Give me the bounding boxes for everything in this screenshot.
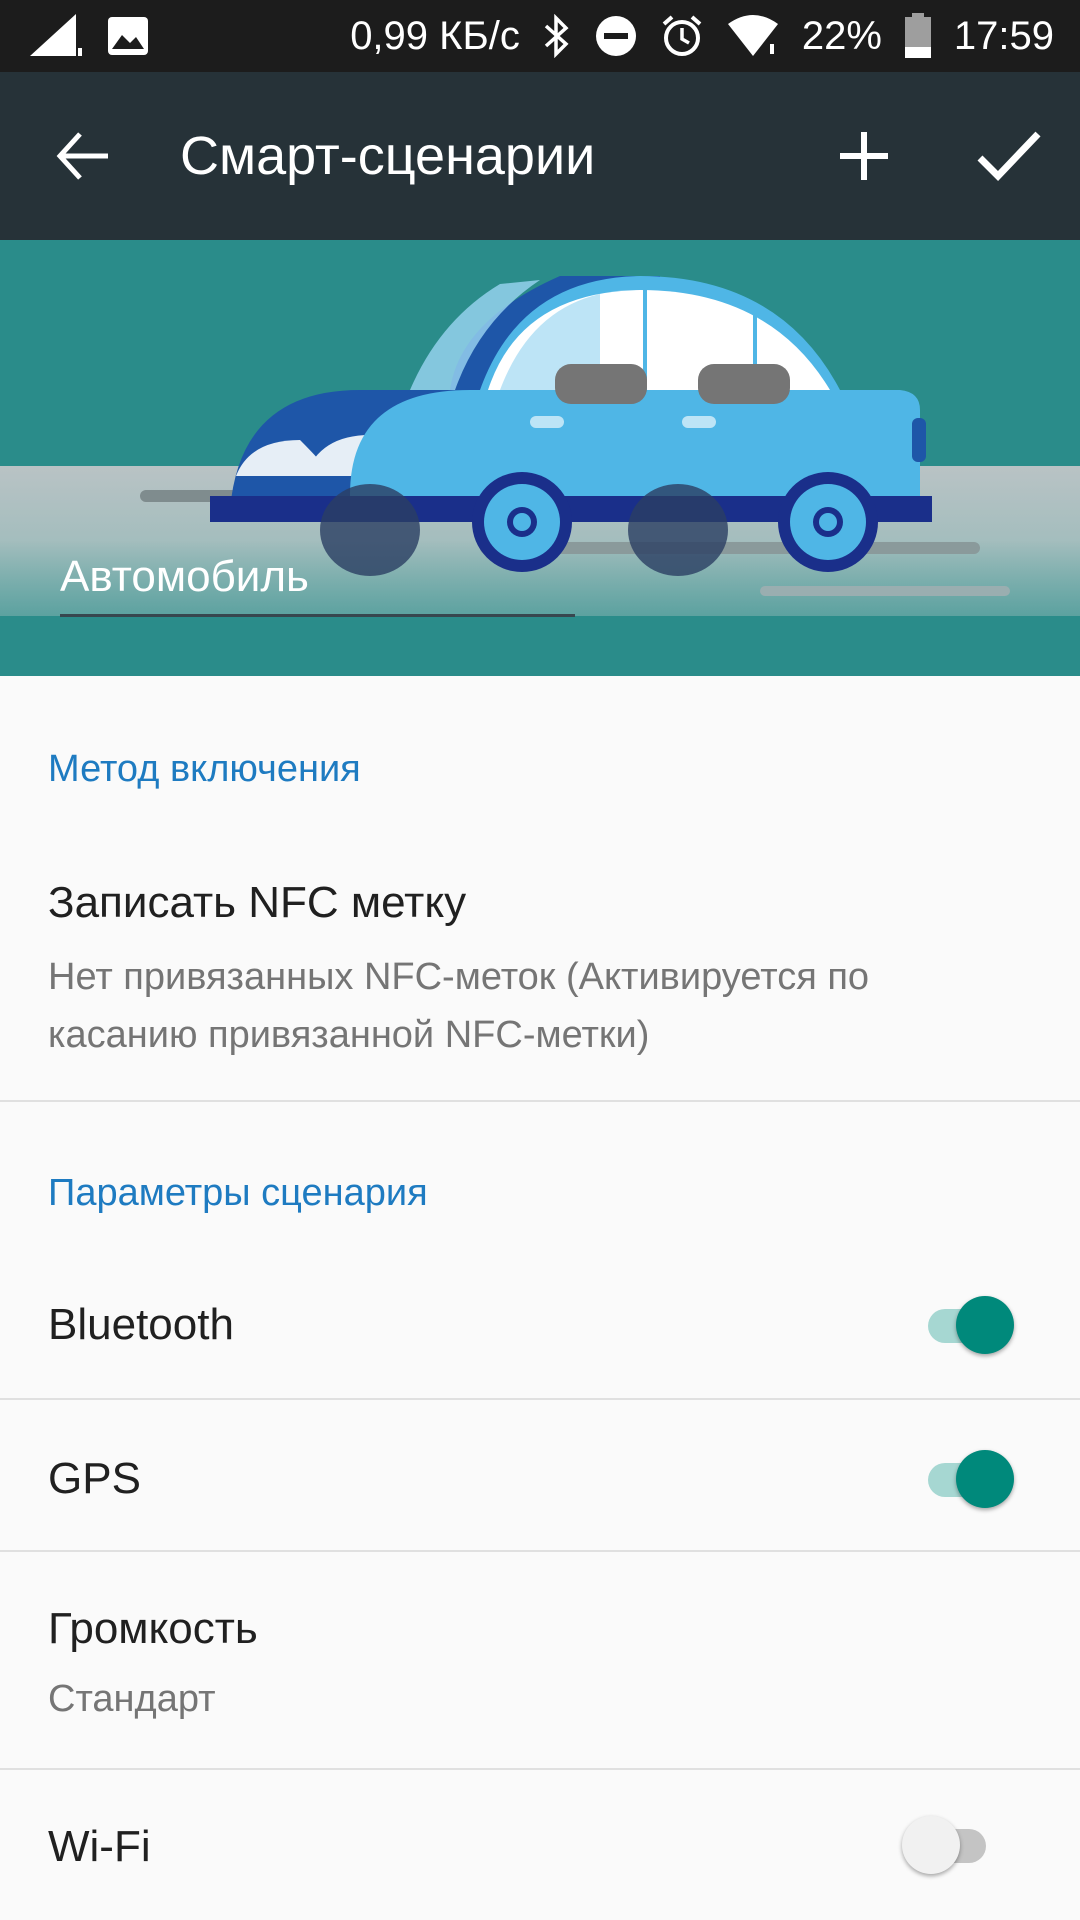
status-left [28,14,150,58]
wifi-row[interactable]: Wi-Fi [0,1770,1080,1920]
nfc-title: Записать NFC метку [48,878,467,927]
clock: 17:59 [953,13,1054,58]
wifi-toggle[interactable] [902,1810,1002,1880]
bluetooth-row[interactable]: Bluetooth [0,1250,1080,1400]
image-icon [108,17,148,55]
volume-value: Стандарт [48,1678,216,1720]
scenario-name-input[interactable]: Автомобиль [60,540,575,617]
bluetooth-icon [544,14,569,58]
divider [0,1100,1080,1102]
app-bar: Смарт-сценарии [0,72,1080,240]
toggle-thumb [956,1296,1014,1354]
bluetooth-toggle[interactable] [918,1290,1018,1360]
bluetooth-label: Bluetooth [48,1300,234,1349]
wifi-label: Wi-Fi [48,1822,151,1871]
wifi-icon [727,15,778,56]
battery-percent: 22% [801,13,882,58]
page-title: Смарт-сценарии [180,126,596,186]
signal-icon [30,14,82,56]
nfc-subtitle: Нет привязанных NFC-меток (Активируется … [48,956,870,1056]
network-speed: 0,99 КБ/с [350,13,520,58]
toggle-thumb [956,1450,1014,1508]
alarm-icon [662,15,702,56]
dnd-icon [595,16,636,56]
section-header-params: Параметры сценария [48,1172,428,1214]
gps-toggle[interactable] [918,1444,1018,1514]
gps-row[interactable]: GPS [0,1400,1080,1550]
toggle-thumb [902,1816,960,1874]
back-arrow-icon[interactable] [52,124,116,188]
nfc-item[interactable]: Записать NFC метку Нет привязанных NFC-м… [0,860,1080,1100]
status-right: 0,99 КБ/с 22% 17:59 [350,0,1054,72]
battery-icon [904,13,931,58]
status-bar: 0,99 КБ/с 22% 17:59 [0,0,1080,72]
check-icon[interactable] [974,124,1044,188]
plus-icon[interactable] [832,124,896,188]
volume-row[interactable]: Громкость Стандарт [0,1552,1080,1768]
section-header-activation: Метод включения [48,748,361,790]
volume-label: Громкость [48,1604,258,1653]
gps-label: GPS [48,1454,141,1503]
